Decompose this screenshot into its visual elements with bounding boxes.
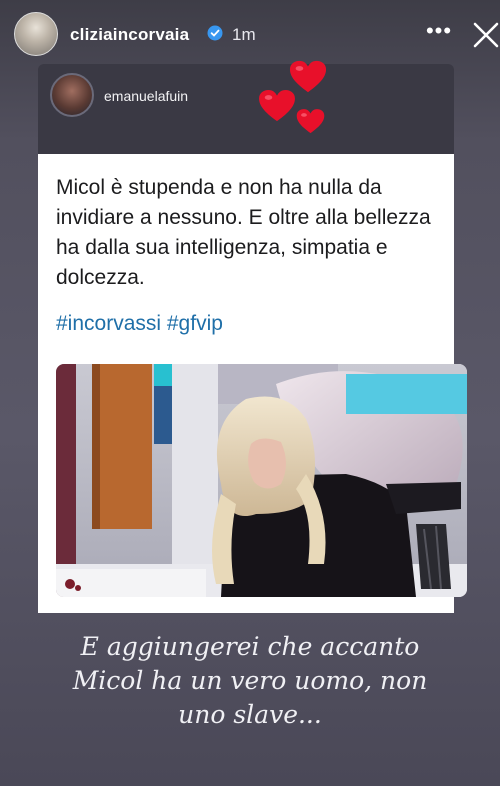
verified-badge-icon <box>207 25 223 41</box>
username[interactable]: cliziaincorvaia <box>70 25 189 45</box>
more-options-icon[interactable]: ••• <box>422 19 456 45</box>
story-text-line-1: E aggiungerei che accanto <box>80 632 420 661</box>
close-icon[interactable] <box>472 19 500 49</box>
profile-avatar[interactable] <box>14 12 58 56</box>
post-hashtags[interactable]: #incorvassi #gfvip <box>56 312 223 336</box>
story-text-line-2: Micol ha un vero uomo, non <box>72 666 428 695</box>
post-time: 1m <box>232 25 256 44</box>
post-caption: Micol è stupenda e non ha nulla da invid… <box>56 176 431 289</box>
reshare-username[interactable]: emanuelafuin <box>104 88 188 104</box>
heart-sticker-icon <box>259 89 295 122</box>
reshare-avatar[interactable] <box>50 73 94 117</box>
story-text-line-3: uno slave... <box>178 700 322 729</box>
heart-sticker-icon <box>296 109 325 134</box>
photo-image <box>56 364 467 597</box>
story-header: cliziaincorvaia 1m ••• <box>0 0 500 62</box>
post-photo[interactable] <box>56 364 467 597</box>
